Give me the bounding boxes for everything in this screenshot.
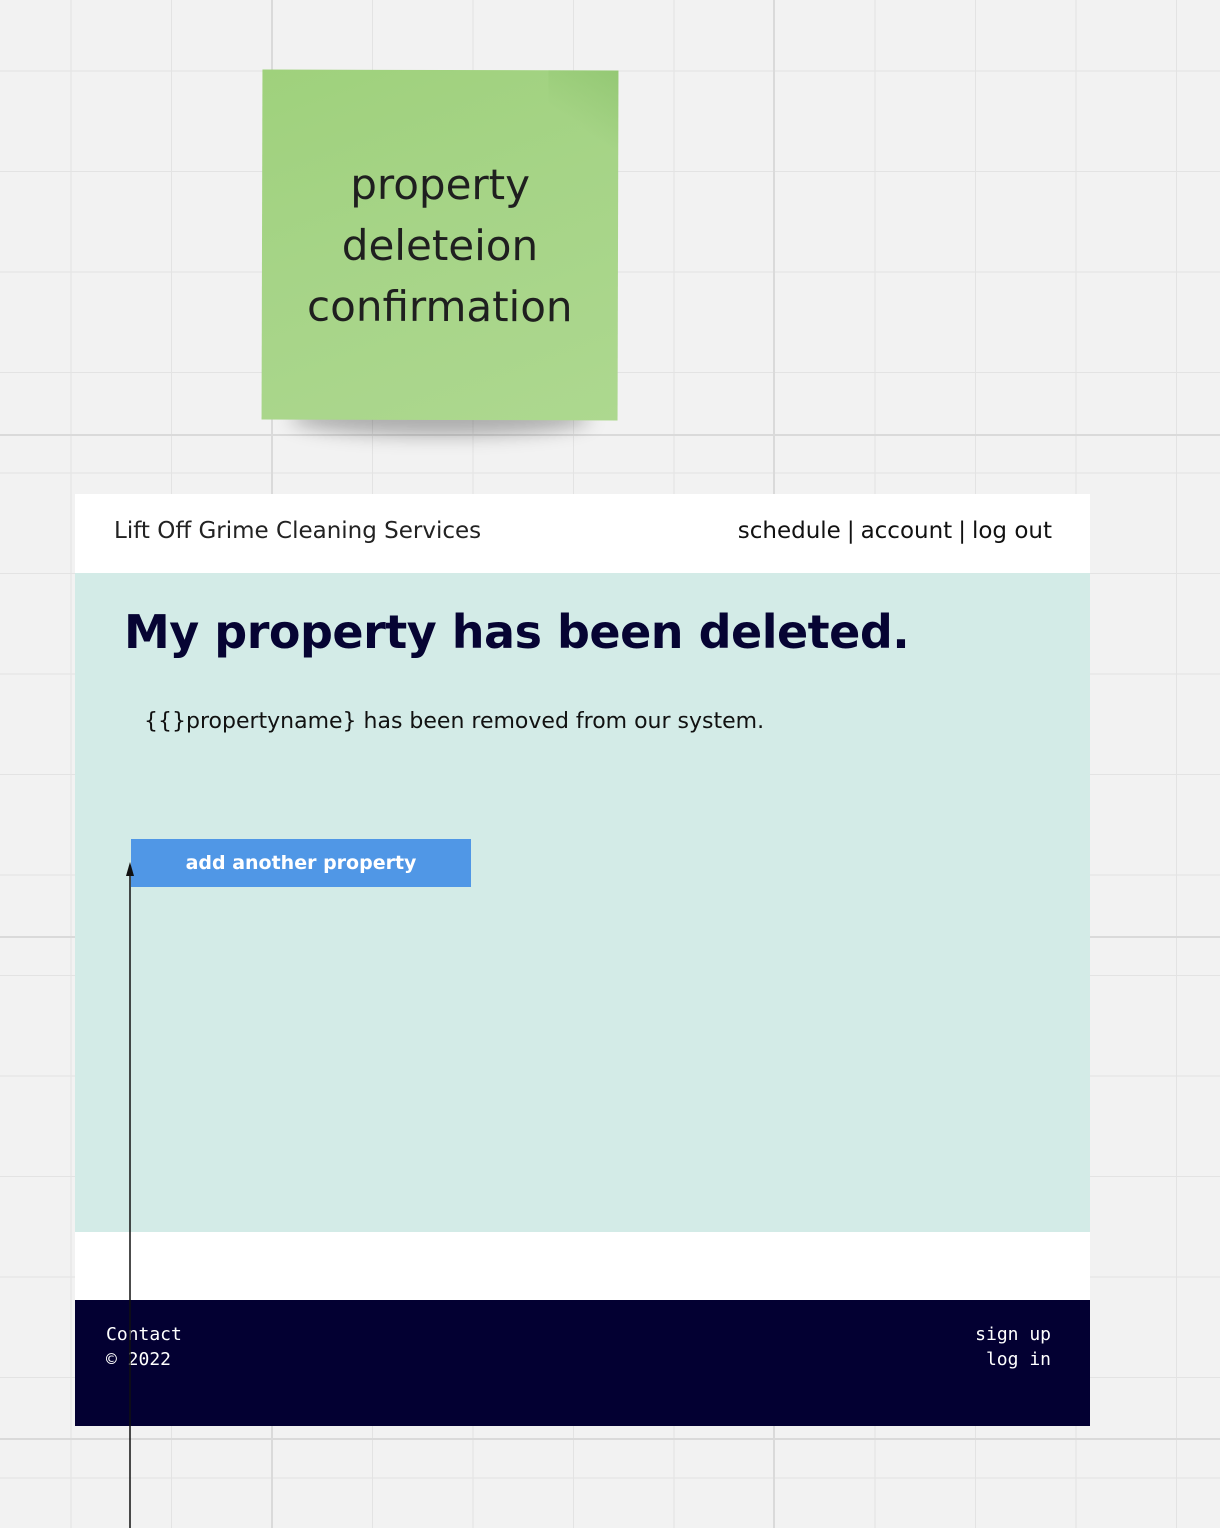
sticky-note[interactable]: property deleteion confirmation xyxy=(261,69,619,421)
sticky-note-line: property xyxy=(350,159,531,209)
nav-separator: | xyxy=(958,518,966,544)
top-nav: schedule | account | log out xyxy=(738,518,1052,544)
site-footer: Contact © 2022 sign up log in xyxy=(75,1300,1090,1426)
page-title: My property has been deleted. xyxy=(124,605,910,659)
sticky-note-line: deleteion xyxy=(341,220,539,270)
brand-name[interactable]: Lift Off Grime Cleaning Services xyxy=(114,518,481,544)
sticky-note-line: confirmation xyxy=(307,281,573,331)
footer-contact-link[interactable]: Contact xyxy=(106,1322,182,1347)
deletion-message: {{}propertyname} has been removed from o… xyxy=(144,709,765,734)
main-content: My property has been deleted. {{}propert… xyxy=(75,573,1090,1232)
add-another-property-button[interactable]: add another property xyxy=(131,839,471,887)
footer-left: Contact © 2022 xyxy=(106,1322,182,1372)
footer-signup-link[interactable]: sign up xyxy=(975,1322,1051,1347)
footer-login-link[interactable]: log in xyxy=(975,1347,1051,1372)
footer-copyright: © 2022 xyxy=(106,1349,172,1370)
wireframe-frame[interactable]: Lift Off Grime Cleaning Services schedul… xyxy=(75,494,1090,1426)
site-header: Lift Off Grime Cleaning Services schedul… xyxy=(75,494,1090,573)
nav-logout-link[interactable]: log out xyxy=(972,518,1052,544)
sticky-note-text: property deleteion confirmation xyxy=(307,153,573,337)
footer-right: sign up log in xyxy=(975,1322,1051,1372)
nav-separator: | xyxy=(846,518,855,544)
nav-account-link[interactable]: account xyxy=(861,518,953,544)
nav-schedule-link[interactable]: schedule xyxy=(738,518,841,544)
